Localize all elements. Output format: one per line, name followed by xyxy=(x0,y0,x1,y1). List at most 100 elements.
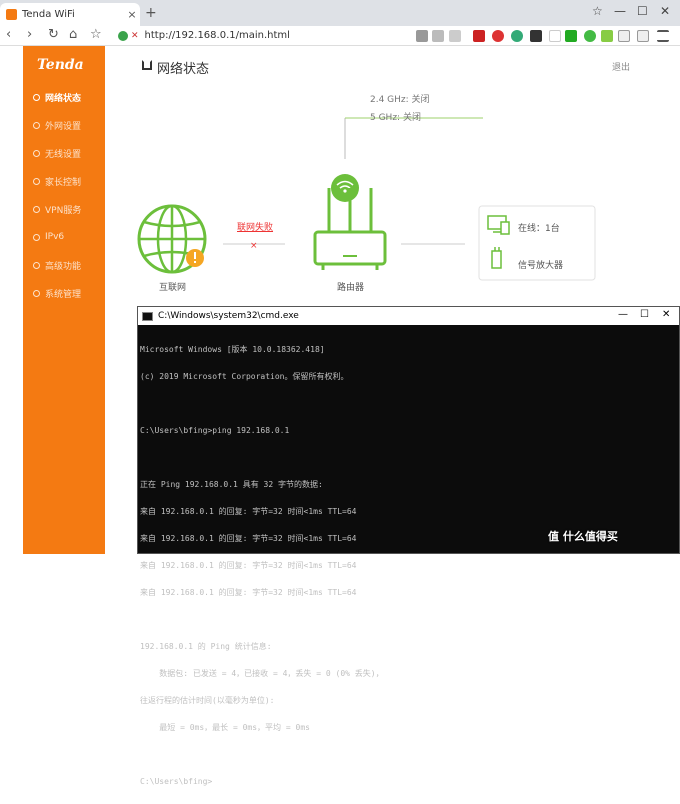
sidebar-item-vpn[interactable]: VPN服务 xyxy=(23,198,105,220)
network-topology: × 2.4 GHz: 关闭 5 GHz: 关闭 联网失败 互联网 路由器 在线：… xyxy=(105,84,646,306)
extension-red-icon[interactable] xyxy=(473,30,485,42)
home-icon xyxy=(142,60,152,70)
bookmark-star-icon[interactable]: ☆ xyxy=(592,4,603,18)
cmd-line: (c) 2019 Microsoft Corporation。保留所有权利。 xyxy=(140,372,349,381)
router-label: 路由器 xyxy=(337,283,365,293)
insecure-icon: ✕ xyxy=(131,30,139,41)
bookmark-icon[interactable]: ☆ xyxy=(90,27,102,42)
wifi-badge-icon[interactable] xyxy=(331,174,359,202)
page-header: 网络状态 退出 xyxy=(105,46,646,84)
parental-icon xyxy=(33,177,40,185)
link-broken-icon: × xyxy=(250,241,258,251)
wifi-24-status: 2.4 GHz: 关闭 xyxy=(370,95,430,105)
extension-pro-icon[interactable] xyxy=(492,30,504,42)
browser-tab-bar: Tenda WiFi × + ☆ — ☐ ✕ xyxy=(0,0,680,26)
cmd-line: C:\Users\bfing>ping 192.168.0.1 xyxy=(140,426,290,435)
watermark: 值 什么值得买 xyxy=(548,530,618,543)
globe-icon xyxy=(33,121,40,129)
sidebar-item-wireless[interactable]: 无线设置 xyxy=(23,142,105,164)
cmd-title: C:\Windows\system32\cmd.exe xyxy=(158,311,299,321)
cmd-close-icon[interactable]: ✕ xyxy=(662,309,670,320)
sidebar-item-parental[interactable]: 家长控制 xyxy=(23,170,105,192)
cmd-line: C:\Users\bfing> xyxy=(140,777,213,786)
sidebar-item-label: 系统管理 xyxy=(45,289,82,300)
router-main-panel: 网络状态 退出 × 2.4 GHz: 关闭 5 GHz: 关闭 联网失败 互联网… xyxy=(105,46,646,306)
router-icon[interactable] xyxy=(313,188,387,270)
tab-close-icon[interactable]: × xyxy=(124,8,140,21)
cmd-line: 正在 Ping 192.168.0.1 具有 32 字节的数据: xyxy=(140,480,323,489)
sidebar-item-label: 网络状态 xyxy=(45,93,82,104)
sidebar-item-label: 外网设置 xyxy=(45,121,82,132)
extension-store-icon[interactable] xyxy=(530,30,542,42)
ipv6-icon xyxy=(33,233,40,241)
cmd-line: ​ xyxy=(140,399,679,408)
browser-tab[interactable]: Tenda WiFi × xyxy=(0,3,140,26)
cmd-line: 往返行程的估计时间(以毫秒为单位): xyxy=(140,696,275,705)
sidebar-item-label: 家长控制 xyxy=(45,177,82,188)
cmd-icon xyxy=(142,311,153,321)
cmd-line: 数据包: 已发送 = 4，已接收 = 4，丢失 = 0 (0% 丢失)， xyxy=(140,669,384,678)
logout-link[interactable]: 退出 xyxy=(612,60,630,73)
new-tab-button[interactable]: + xyxy=(145,5,157,21)
translate-icon[interactable] xyxy=(432,30,444,42)
sidebar-item-label: VPN服务 xyxy=(45,205,82,216)
cmd-line: ​ xyxy=(140,750,679,759)
cmd-line: ​ xyxy=(140,453,679,462)
extension-grid-icon[interactable] xyxy=(601,30,613,42)
internet-label: 互联网 xyxy=(159,283,187,293)
user-icon[interactable] xyxy=(637,30,649,42)
cmd-output[interactable]: Microsoft Windows [版本 10.0.18362.418] (c… xyxy=(138,326,679,804)
browser-toolbar: ‹ › ↻ ⌂ ☆ ✕ http://192.168.0.1/main.html xyxy=(0,26,680,46)
cmd-line: Microsoft Windows [版本 10.0.18362.418] xyxy=(140,345,325,354)
home-icon[interactable]: ⌂ xyxy=(69,27,77,42)
sidebar-item-network-status[interactable]: 网络状态 xyxy=(23,86,105,108)
sidebar-item-wan[interactable]: 外网设置 xyxy=(23,114,105,136)
minimize-icon[interactable]: — xyxy=(614,4,626,18)
page-title: 网络状态 xyxy=(157,62,210,77)
link-fail-label[interactable]: 联网失败 xyxy=(237,220,273,233)
extension-b-icon[interactable] xyxy=(549,30,561,42)
vpn-icon xyxy=(33,205,40,213)
repeater-label[interactable]: 信号放大器 xyxy=(518,258,563,271)
menu-icon[interactable] xyxy=(657,30,669,42)
cmd-window[interactable]: C:\Windows\system32\cmd.exe — ☐ ✕ Micros… xyxy=(137,306,680,786)
cmd-line: 来自 192.168.0.1 的回复: 字节=32 时间<1ms TTL=64 xyxy=(140,561,357,570)
tenda-logo: Tenda xyxy=(37,57,84,73)
extension-globe-icon[interactable] xyxy=(511,30,523,42)
cmd-line: 来自 192.168.0.1 的回复: 字节=32 时间<1ms TTL=64 xyxy=(140,507,357,516)
cmd-line: 最短 = 0ms，最长 = 0ms，平均 = 0ms xyxy=(140,723,310,732)
url-text[interactable]: http://192.168.0.1/main.html xyxy=(145,30,290,41)
more-icon[interactable] xyxy=(449,30,461,42)
sidebar-item-ipv6[interactable]: IPv6 xyxy=(23,226,105,248)
router-sidebar: Tenda 网络状态 外网设置 无线设置 家长控制 VPN服务 IPv6 高级功… xyxy=(23,46,105,554)
sidebar-item-label: 无线设置 xyxy=(45,149,82,160)
cmd-line: 192.168.0.1 的 Ping 统计信息: xyxy=(140,642,272,651)
extension-scissors-icon[interactable] xyxy=(565,30,577,42)
cmd-minimize-icon[interactable]: — xyxy=(618,309,628,320)
forward-icon[interactable]: › xyxy=(27,27,32,42)
security-shield-icon xyxy=(118,30,128,41)
address-bar[interactable]: ✕ http://192.168.0.1/main.html xyxy=(118,27,458,44)
extension-green-icon[interactable] xyxy=(584,30,596,42)
maximize-icon[interactable]: ☐ xyxy=(637,4,648,18)
sidebar-item-label: IPv6 xyxy=(45,232,65,242)
reload-icon[interactable]: ↻ xyxy=(48,27,59,42)
close-window-icon[interactable]: ✕ xyxy=(660,4,670,18)
headphones-icon[interactable] xyxy=(618,30,630,42)
cmd-titlebar[interactable]: C:\Windows\system32\cmd.exe — ☐ ✕ xyxy=(138,307,679,325)
tab-title: Tenda WiFi xyxy=(22,9,75,20)
wifi-icon xyxy=(33,149,40,157)
sidebar-item-advanced[interactable]: 高级功能 xyxy=(23,254,105,276)
qr-icon[interactable] xyxy=(416,30,428,42)
wifi-5-status: 5 GHz: 关闭 xyxy=(370,113,421,123)
cmd-line: ​ xyxy=(140,615,679,624)
tenda-favicon-icon xyxy=(6,9,17,20)
gear-icon xyxy=(33,289,40,297)
back-icon[interactable]: ‹ xyxy=(6,27,11,42)
cmd-maximize-icon[interactable]: ☐ xyxy=(640,309,649,320)
online-count[interactable]: 在线：1台 xyxy=(518,221,560,234)
wrench-icon xyxy=(33,261,40,269)
sidebar-item-label: 高级功能 xyxy=(45,261,82,272)
sidebar-item-system[interactable]: 系统管理 xyxy=(23,282,105,304)
cmd-line: 来自 192.168.0.1 的回复: 字节=32 时间<1ms TTL=64 xyxy=(140,588,357,597)
